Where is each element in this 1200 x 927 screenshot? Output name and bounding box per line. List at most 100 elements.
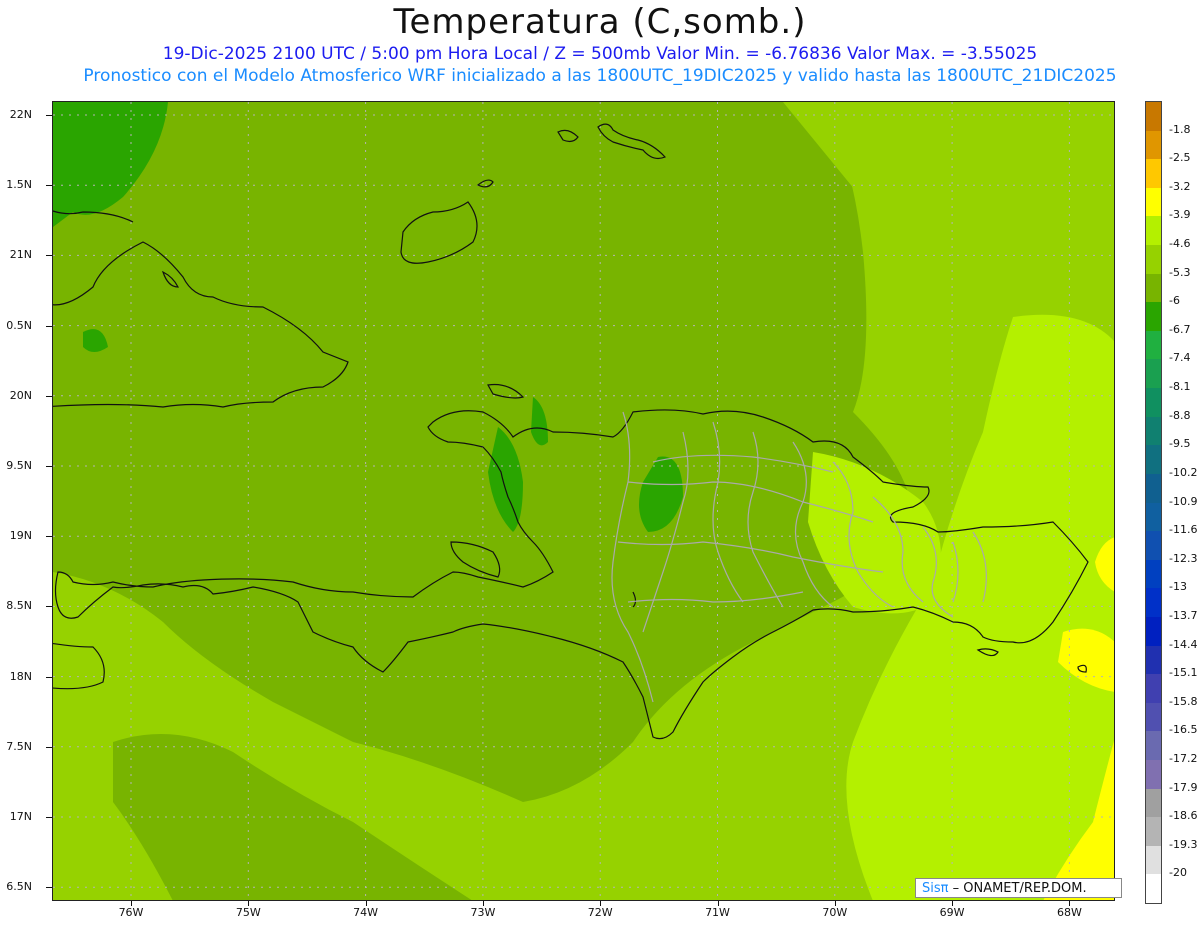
lon-tick — [482, 901, 484, 906]
subtitle-forecast-time: 19-Dic-2025 2100 UTC / 5:00 pm Hora Loca… — [162, 44, 1038, 64]
lat-label: 18N — [9, 669, 32, 683]
lon-label: 68W — [1056, 906, 1082, 919]
colorbar-swatch — [1146, 445, 1161, 475]
lon-label: 69W — [939, 906, 965, 919]
lat-tick — [46, 676, 52, 678]
lon-label: 70W — [822, 906, 848, 919]
colorbar-swatch — [1146, 502, 1161, 532]
lon-tick — [131, 901, 132, 906]
lat-tick — [46, 325, 52, 327]
colorbar-label: -1.8 — [1169, 122, 1191, 136]
colorbar-swatch — [1146, 817, 1161, 847]
lon-tick — [1069, 901, 1071, 906]
colorbar-swatch — [1146, 330, 1161, 360]
colorbar-swatch — [1146, 645, 1161, 675]
credit-box: Sisπ – ONAMET/REP.DOM. — [915, 878, 1122, 898]
colorbar-label: -10.9 — [1169, 494, 1198, 508]
colorbar-label: -20 — [1169, 866, 1187, 880]
colorbar-label: -18.6 — [1169, 809, 1198, 823]
lat-label: 0.5N — [6, 318, 32, 332]
colorbar-label: -2.5 — [1169, 151, 1191, 165]
colorbar-label: -3.2 — [1169, 179, 1191, 193]
lat-label: 19N — [9, 529, 32, 543]
lon-label: 73W — [470, 906, 496, 919]
colorbar-label: -3.9 — [1169, 208, 1191, 222]
lon-label: 75W — [235, 906, 261, 919]
colorbar-swatch — [1146, 788, 1161, 818]
colorbar-label: -15.1 — [1169, 666, 1198, 680]
colorbar-swatch — [1146, 874, 1161, 904]
colorbar-label: -6.7 — [1169, 322, 1191, 336]
lat-label: 17N — [9, 810, 32, 823]
lat-label: 21N — [9, 248, 32, 262]
lat-tick — [46, 115, 52, 116]
colorbar-swatch — [1146, 731, 1161, 761]
colorbar-label: -9.5 — [1169, 437, 1191, 451]
colorbar-label: -4.6 — [1169, 237, 1191, 251]
colorbar-label: -5.3 — [1169, 265, 1191, 279]
colorbar-swatch — [1146, 187, 1161, 217]
colorbar-label: -8.8 — [1169, 408, 1191, 422]
lat-tick — [46, 746, 52, 748]
colorbar-swatch — [1146, 559, 1161, 589]
colorbar-swatch — [1146, 416, 1161, 446]
lat-label: 20N — [9, 388, 32, 402]
colorbar-label: -13 — [1169, 580, 1187, 594]
lat-tick — [46, 395, 52, 397]
map-title: Temperatura (C,somb.) — [393, 2, 807, 42]
lat-tick — [46, 817, 52, 818]
colorbar-swatch — [1146, 302, 1161, 332]
lon-tick — [600, 901, 602, 906]
colorbar — [1145, 101, 1162, 904]
lat-label: 7.5N — [6, 739, 32, 753]
lon-label: 76W — [118, 906, 144, 919]
colorbar-swatch — [1146, 245, 1161, 275]
lat-tick — [46, 536, 52, 538]
colorbar-label: -10.2 — [1169, 465, 1198, 479]
colorbar-swatch — [1146, 845, 1161, 875]
lat-tick — [46, 185, 52, 187]
colorbar-swatch — [1146, 159, 1161, 189]
colorbar-label: -6 — [1169, 294, 1180, 308]
lon-tick — [717, 901, 719, 906]
lon-label: 72W — [587, 906, 613, 919]
lat-label: 9.5N — [6, 459, 32, 472]
lon-label: 74W — [353, 906, 379, 919]
colorbar-swatch — [1146, 531, 1161, 561]
colorbar-swatch — [1146, 588, 1161, 618]
colorbar-label: -17.2 — [1169, 751, 1198, 765]
colorbar-swatch — [1146, 702, 1161, 732]
lat-tick — [46, 255, 52, 257]
colorbar-label: -8.1 — [1169, 380, 1191, 394]
lat-label: 1.5N — [6, 178, 32, 192]
colorbar-swatch — [1146, 473, 1161, 503]
colorbar-swatch — [1146, 674, 1161, 704]
lon-tick — [365, 901, 367, 906]
temperature-map — [53, 102, 1115, 901]
colorbar-swatch — [1146, 388, 1161, 418]
lat-tick — [46, 606, 52, 608]
lat-label: 22N — [9, 108, 32, 121]
colorbar-label: -16.5 — [1169, 723, 1198, 737]
lon-tick — [248, 901, 250, 906]
colorbar-swatch — [1146, 616, 1161, 647]
credit-brand: Sisπ — [922, 881, 949, 896]
colorbar-label: -12.3 — [1169, 551, 1198, 565]
colorbar-label: -7.4 — [1169, 351, 1191, 365]
colorbar-label: -19.3 — [1169, 837, 1198, 851]
subtitle-model-info: Pronostico con el Modelo Atmosferico WRF… — [83, 66, 1117, 86]
colorbar-label: -15.8 — [1169, 694, 1198, 708]
lat-tick — [46, 887, 52, 889]
colorbar-swatch — [1146, 102, 1161, 132]
colorbar-swatch — [1146, 273, 1161, 303]
credit-agency: – ONAMET/REP.DOM. — [948, 881, 1087, 896]
lat-label: 8.5N — [6, 599, 32, 613]
colorbar-swatch — [1146, 130, 1161, 160]
lat-label: 6.5N — [6, 880, 32, 894]
lon-label: 71W — [705, 906, 730, 919]
colorbar-label: -14.4 — [1169, 637, 1198, 651]
lat-tick — [46, 466, 52, 467]
lon-tick — [834, 901, 836, 906]
colorbar-swatch — [1146, 216, 1161, 246]
lon-tick — [952, 901, 954, 906]
